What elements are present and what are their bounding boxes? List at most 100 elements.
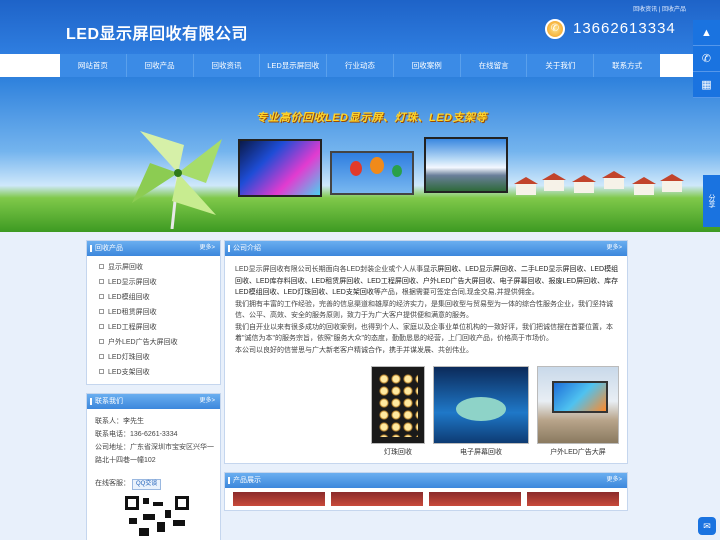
- product-show-box: 产品展示 更多>: [224, 472, 628, 511]
- contact-more-link[interactable]: 更多>: [199, 394, 215, 409]
- banner-screen-mountain: [424, 137, 508, 193]
- bullet-icon: [99, 264, 104, 269]
- intro-lead: LED显示屏回收有限公司长期面向各LED封装企业或个人从事: [235, 266, 424, 273]
- category-label: 户外LED广告大屏回收: [108, 339, 178, 346]
- nav-contact[interactable]: 联系方式: [594, 54, 660, 77]
- online-service-row: 在线客服： QQ交谈: [95, 477, 214, 490]
- gallery-caption: 电子屏幕回收: [460, 449, 502, 456]
- nav-cases[interactable]: 回收案例: [394, 54, 461, 77]
- header-phone: 13662613334: [573, 20, 676, 37]
- gallery-item[interactable]: 灯珠回收: [371, 366, 425, 457]
- led-beads-pattern: [378, 373, 418, 437]
- pinwheel-illustration: [132, 131, 222, 229]
- contact-person: 联系人：李先生: [95, 418, 144, 425]
- top-link-separator: |: [658, 7, 661, 13]
- banner-slogan: 专业高价回收LED显示屏、灯珠、LED支架等: [256, 112, 487, 124]
- floating-toolbar: ▲ ✆ ▦: [693, 20, 720, 98]
- company-logo[interactable]: LED显示屏回收有限公司: [66, 20, 248, 44]
- product-thumbnail[interactable]: [429, 492, 521, 506]
- nav-led-recycle[interactable]: LED显示屏回收: [260, 54, 328, 77]
- phone-icon: ✆: [545, 19, 565, 39]
- house-illustration: [514, 177, 538, 195]
- qrcode-icon[interactable]: ▦: [693, 72, 720, 98]
- category-item[interactable]: 显示屏回收: [99, 260, 214, 275]
- banner-screen-stage: [238, 139, 322, 197]
- gallery-caption: 户外LED广告大屏: [550, 449, 606, 456]
- content-area: 公司介绍 更多> LED显示屏回收有限公司长期面向各LED封装企业或个人从事显示…: [224, 240, 628, 519]
- top-link-news[interactable]: 回收资讯: [633, 7, 657, 13]
- product-show-more-link[interactable]: 更多>: [606, 473, 622, 488]
- main-nav: 网站首页 回收产品 回收资讯 LED显示屏回收 行业动态 回收案例 在线留言 关…: [60, 54, 660, 77]
- products-box-title: 回收产品: [95, 245, 123, 252]
- hero-banner: 专业高价回收LED显示屏、灯珠、LED支架等: [0, 77, 720, 232]
- product-show-header: 产品展示 更多>: [225, 473, 627, 488]
- top-link-products[interactable]: 回收产品: [662, 7, 686, 13]
- nav-industry[interactable]: 行业动态: [327, 54, 394, 77]
- product-show-title: 产品展示: [233, 477, 261, 484]
- bullet-icon: [99, 369, 104, 374]
- category-label: LED工程屏回收: [108, 324, 157, 331]
- category-label: LED模组回收: [108, 294, 150, 301]
- qq-chat-button[interactable]: QQ交谈: [131, 479, 162, 490]
- bullet-icon: [99, 354, 104, 359]
- case-gallery: 灯珠回收 电子屏幕回收 户外LED广告大屏: [225, 366, 627, 463]
- contact-box-header: 联系我们 更多>: [87, 394, 220, 409]
- turtle-shape: [456, 397, 506, 421]
- contact-box: 联系我们 更多> 联系人：李先生 联系电话：136-6261-3334 公司地址…: [86, 393, 221, 540]
- header-bar-icon: [228, 477, 230, 484]
- contact-info: 联系人：李先生 联系电话：136-6261-3334 公司地址：广东省深圳市宝安…: [87, 409, 220, 540]
- product-thumbnail[interactable]: [233, 492, 325, 506]
- bullet-icon: [99, 279, 104, 284]
- products-more-link[interactable]: 更多>: [199, 241, 215, 256]
- balloon-icon: [350, 161, 362, 176]
- category-item[interactable]: LED工程屏回收: [99, 320, 214, 335]
- bullet-icon: [99, 294, 104, 299]
- gallery-item[interactable]: 户外LED广告大屏: [537, 366, 619, 457]
- qrcode-image: [125, 496, 189, 536]
- share-button[interactable]: 分享: [703, 175, 720, 227]
- contact-address: 公司地址：广东省深圳市宝安区兴华一路北十四巷一幢102: [95, 444, 214, 464]
- category-item[interactable]: LED租赁屏回收: [99, 305, 214, 320]
- up-arrow-icon[interactable]: ▲: [693, 20, 720, 46]
- product-thumbnail[interactable]: [527, 492, 619, 506]
- house-illustration: [572, 175, 596, 193]
- category-item[interactable]: LED显示屏回收: [99, 275, 214, 290]
- category-item[interactable]: LED模组回收: [99, 290, 214, 305]
- category-label: LED显示屏回收: [108, 279, 157, 286]
- contact-phone: 联系电话：136-6261-3334: [95, 431, 178, 438]
- category-label: 显示屏回收: [108, 264, 143, 271]
- intro-box-title: 公司介绍: [233, 245, 261, 252]
- gallery-caption: 灯珠回收: [384, 449, 412, 456]
- intro-text: LED显示屏回收有限公司长期面向各LED封装企业或个人从事显示屏回收、LED显示…: [225, 256, 627, 362]
- balloon-icon: [392, 165, 402, 177]
- category-label: LED灯珠回收: [108, 354, 150, 361]
- product-thumbnail[interactable]: [331, 492, 423, 506]
- products-box: 回收产品 更多> 显示屏回收 LED显示屏回收 LED模组回收 LED租赁屏回收…: [86, 240, 221, 385]
- header-bar-icon: [228, 245, 230, 252]
- intro-more-link[interactable]: 更多>: [606, 241, 622, 256]
- intro-tail: 等产品，根据需要可签定合同,现金交易,并提供佣金。: [373, 289, 539, 296]
- nav-news[interactable]: 回收资讯: [194, 54, 261, 77]
- category-item[interactable]: 户外LED广告大屏回收: [99, 335, 214, 350]
- nav-about[interactable]: 关于我们: [527, 54, 595, 77]
- nav-products[interactable]: 回收产品: [127, 54, 194, 77]
- chat-icon[interactable]: ✉: [698, 517, 716, 535]
- billboard-screen: [552, 381, 608, 413]
- online-service-label: 在线客服：: [95, 480, 130, 487]
- nav-home[interactable]: 网站首页: [60, 54, 127, 77]
- product-thumbnails: [225, 488, 627, 510]
- phone-icon[interactable]: ✆: [693, 46, 720, 72]
- product-category-list: 显示屏回收 LED显示屏回收 LED模组回收 LED租赁屏回收 LED工程屏回收…: [87, 256, 220, 384]
- balloon-icon: [370, 157, 384, 174]
- gallery-item[interactable]: 电子屏幕回收: [433, 366, 529, 457]
- nav-message[interactable]: 在线留言: [461, 54, 528, 77]
- category-item[interactable]: LED灯珠回收: [99, 350, 214, 365]
- intro-box-header: 公司介绍 更多>: [225, 241, 627, 256]
- category-label: LED支架回收: [108, 369, 150, 376]
- category-label: LED租赁屏回收: [108, 309, 157, 316]
- header-bar-icon: [90, 398, 92, 405]
- category-item[interactable]: LED支架回收: [99, 365, 214, 380]
- intro-paragraph: 我们拥有丰富的工作经验，完善的信息渠道和雄厚的经济实力，是集回收型与贸易型为一体…: [235, 300, 613, 320]
- intro-box: 公司介绍 更多> LED显示屏回收有限公司长期面向各LED封装企业或个人从事显示…: [224, 240, 628, 464]
- house-illustration: [660, 174, 684, 192]
